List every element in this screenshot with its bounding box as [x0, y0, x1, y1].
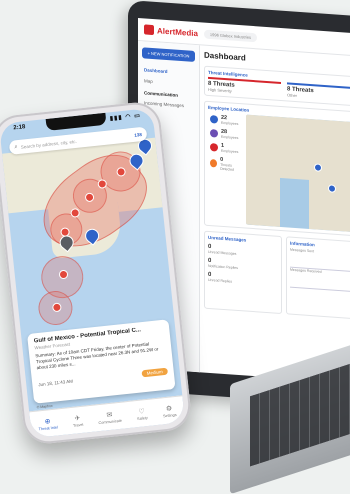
stat-dot-icon [210, 115, 218, 124]
tab-communicate[interactable]: ✉ Communicate [97, 409, 122, 424]
map-land [246, 169, 281, 227]
tab-settings[interactable]: ⚙ Settings [162, 403, 177, 418]
stat-label: Threats Detected [220, 162, 235, 172]
tab-label: Threat Intel [38, 424, 58, 431]
threat-intelligence-card: Threat Intelligence 8 Threats High Sever… [204, 65, 350, 107]
threat-high-severity[interactable]: 8 Threats High Severity [208, 76, 281, 97]
severity-badge: Medium [141, 367, 169, 378]
stat-label: Employees [221, 120, 239, 127]
location-stat[interactable]: 1 Employees [210, 142, 244, 154]
alertmedia-logo-icon [144, 24, 154, 36]
information-card: Information Messages Sent Messages Recei… [286, 236, 350, 320]
unread-messages-card: Unread Messages 0 Unread Messages 0 Noti… [204, 230, 282, 315]
alert-time: Jun 18, 11:43 AM [38, 378, 74, 388]
sparkline [290, 274, 350, 293]
tab-label: Settings [162, 412, 177, 418]
location-stat[interactable]: 0 Threats Detected [210, 156, 244, 172]
stat-label: Employees [221, 134, 239, 141]
tab-threat-intel[interactable]: ⊕ Threat Intel [37, 416, 58, 431]
alert-card[interactable]: Gulf of Mexico - Potential Tropical C...… [27, 319, 176, 404]
brand-name: AlertMedia [157, 25, 198, 38]
map-pin-icon[interactable] [328, 184, 337, 193]
company-selector[interactable]: 1996 Globex Industries [203, 29, 258, 42]
gear-icon: ⚙ [165, 404, 173, 413]
tab-travel[interactable]: ✈ Travel [72, 413, 84, 428]
location-stat[interactable]: 22 Employees [210, 114, 244, 126]
tab-label: Travel [72, 422, 84, 428]
location-stats: 22 Employees 28 Employees 1 Employees 0 … [208, 112, 246, 225]
phone-screen: 2:18 ▮▮▮ ◠ ▭ ⌕ Search by address, city, … [0, 107, 186, 439]
employee-map[interactable] [246, 114, 350, 233]
map-land [308, 168, 350, 233]
location-stat[interactable]: 28 Employees [210, 128, 244, 140]
tab-label: Communicate [98, 418, 123, 425]
unread-card-title: Unread Messages [208, 234, 247, 243]
stat-dot-icon [210, 159, 218, 168]
threat-other[interactable]: 8 Threats Other [287, 82, 350, 103]
stat-dot-icon [210, 143, 218, 152]
plane-icon: ✈ [74, 414, 81, 423]
status-time: 2:18 [13, 124, 26, 132]
threat-intel-icon: ⊕ [44, 417, 51, 426]
stat-label: Employees [221, 148, 239, 155]
dashboard-main: Dashboard Threat Intelligence 8 Threats … [204, 49, 350, 384]
heart-icon: ♡ [138, 407, 146, 416]
envelope-icon: ✉ [106, 411, 113, 419]
stat-dot-icon [210, 129, 218, 138]
status-icons: ▮▮▮ ◠ ▭ [109, 113, 142, 123]
result-count: 138 [134, 131, 143, 138]
search-icon: ⌕ [14, 143, 19, 150]
brand: AlertMedia [144, 24, 198, 38]
employee-location-card: Employee Location 22 Employees 28 Employ… [204, 100, 350, 237]
search-input[interactable]: Search by address, city, etc. [21, 138, 77, 149]
new-notification-button[interactable]: + NEW NOTIFICATION [142, 47, 195, 62]
tab-safety[interactable]: ♡ Safety [136, 407, 148, 421]
tab-label: Safety [136, 415, 148, 421]
